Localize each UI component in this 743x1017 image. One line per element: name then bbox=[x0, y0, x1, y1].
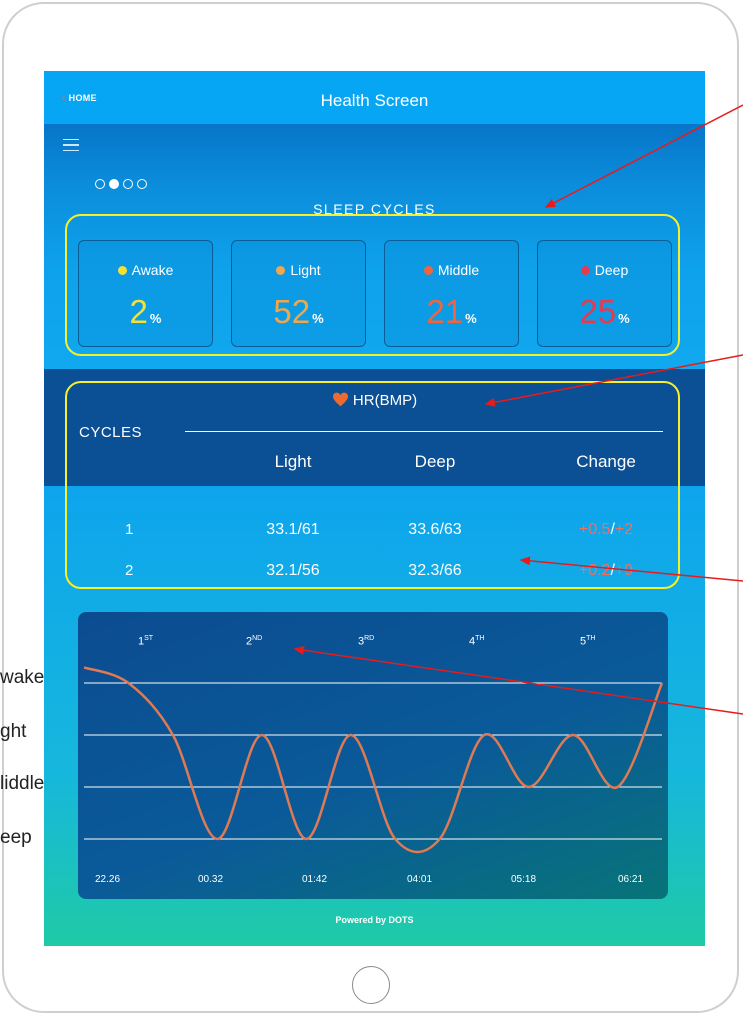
powered-by: Powered by DOTS bbox=[335, 915, 414, 925]
time-label-1: 22.26 bbox=[95, 874, 121, 885]
time-label-4: 04:01 bbox=[407, 874, 433, 885]
side-label-awake: wake bbox=[0, 667, 45, 688]
sleep-stage-line bbox=[83, 666, 664, 854]
page-dot-2[interactable] bbox=[109, 179, 119, 189]
chart-plot bbox=[83, 666, 664, 854]
time-label-6: 06:21 bbox=[618, 874, 644, 885]
page-title: Health Screen bbox=[320, 91, 429, 110]
time-label-3: 01:42 bbox=[302, 874, 328, 885]
sleep-cycle-chart: 1ST 2ND 3RD 4TH 5TH 22.26 00.32 01:42 04… bbox=[78, 612, 668, 899]
highlight-sleep-cycles bbox=[65, 214, 680, 356]
time-label-5: 05:18 bbox=[511, 874, 537, 885]
page-indicator bbox=[95, 179, 147, 189]
top-bar: ‹ HOME Health Screen bbox=[44, 71, 705, 124]
side-label-light: ght bbox=[0, 721, 27, 742]
time-label-2: 00.32 bbox=[198, 874, 224, 885]
hamburger-menu-icon[interactable] bbox=[63, 139, 79, 151]
side-label-deep: eep bbox=[0, 827, 32, 848]
page-dot-1[interactable] bbox=[95, 179, 105, 189]
highlight-heart-rate bbox=[65, 381, 680, 589]
home-hardware-button[interactable] bbox=[352, 966, 390, 1004]
page-dot-4[interactable] bbox=[137, 179, 147, 189]
side-label-middle: liddle bbox=[0, 773, 45, 794]
page-dot-3[interactable] bbox=[123, 179, 133, 189]
